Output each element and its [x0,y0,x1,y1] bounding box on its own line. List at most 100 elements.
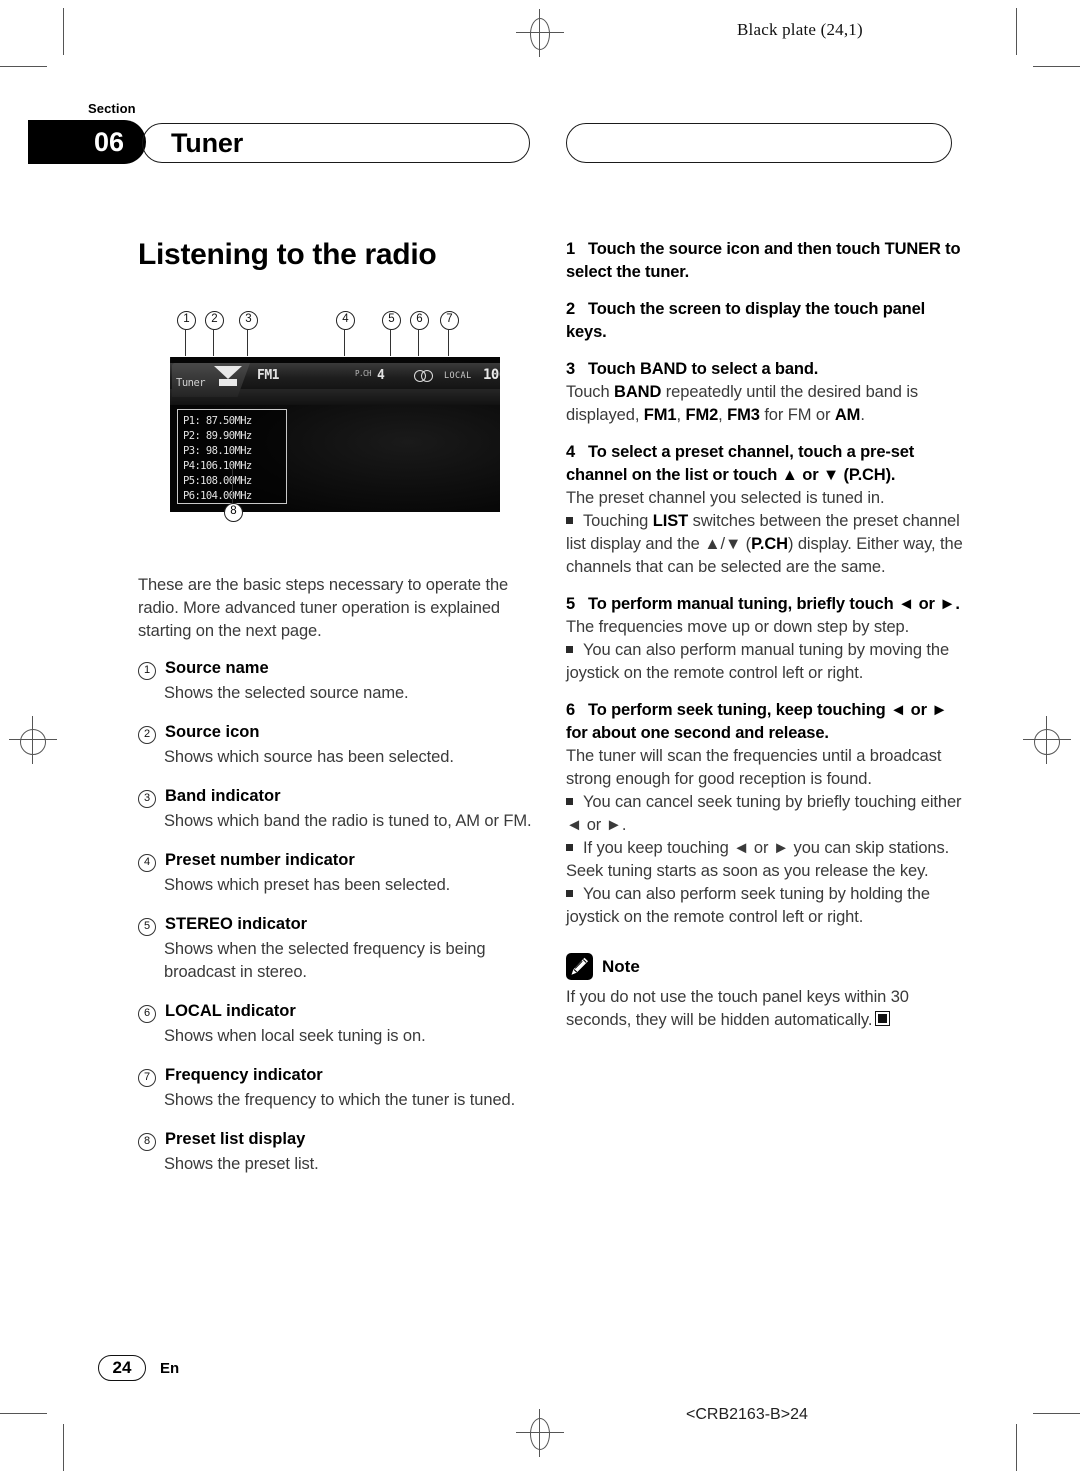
registration-mark-left [9,716,57,764]
list-item: 2 Source icon Shows which source has bee… [138,723,536,769]
figure-callouts: 1 2 3 4 5 6 7 [170,311,500,357]
item-description: Shows which source has been selected. [164,748,454,766]
item-description: Shows when local seek tuning is on. [164,1027,426,1045]
frequency-indicator: 106.10 [483,367,500,383]
registration-mark-top [516,9,564,57]
step-number: 3 [566,360,576,378]
preset-number-indicator: 4 [377,368,385,383]
callout-line-4 [344,330,345,356]
note-header: Note [566,953,964,980]
item-title: Band indicator [165,787,281,805]
item-title: Frequency indicator [165,1066,323,1084]
item-title: Source name [165,659,269,677]
callout-2: 2 [205,311,224,330]
page-title: Listening to the radio [138,238,437,271]
item-description: Shows the selected source name. [164,684,409,702]
step-heading: 2 Touch the screen to display the touch p… [566,298,964,344]
step-body: The tuner will scan the frequencies unti… [566,747,942,788]
step-body: Touch BAND repeatedly until the desired … [566,383,919,424]
step-number: 1 [566,240,576,258]
preset-row: P5:108.00MHz [183,475,252,487]
callout-5: 5 [382,311,401,330]
pencil-note-icon [566,953,593,980]
callout-line-8 [232,466,233,503]
source-name-display: Tuner [176,377,206,389]
list-item: 3 Band indicator Shows which band the ra… [138,787,536,833]
step-4: 4 To select a preset channel, touch a pre… [566,441,964,579]
step-1: 1 Touch the source icon and then touch TU… [566,238,964,284]
bullet-square-icon [566,517,573,524]
item-heading: 5 STEREO indicator [138,915,536,936]
step-3: 3 Touch BAND to select a band. Touch BAND… [566,358,964,427]
callout-line-3 [247,330,248,356]
section-word: Section [88,101,136,116]
step-number: 2 [566,300,576,318]
item-heading: 4 Preset number indicator [138,851,536,872]
note-text-content: If you do not use the touch panel keys w… [566,988,909,1029]
black-plate-label: Black plate (24,1) [737,20,863,39]
crop-mark-top-left [63,8,64,55]
end-of-section-marker [875,1011,891,1026]
step-title: Touch the source icon and then touch TUN… [566,240,961,281]
list-item: 8 Preset list display Shows the preset l… [138,1130,536,1176]
step-bullet: You can also perform seek tuning by hold… [566,883,964,929]
callout-line-1 [185,330,186,356]
callout-line-6 [418,330,419,356]
step-title: To perform seek tuning, keep touching ◄ … [566,701,948,742]
step-number: 6 [566,701,576,719]
step-title: Touch the screen to display the touch pa… [566,300,926,341]
section-number-badge: 06 [28,120,146,164]
item-title: STEREO indicator [165,915,308,933]
page-language: En [160,1360,180,1377]
step-number: 5 [566,595,576,613]
preset-label: P.CH [355,369,372,378]
preset-row: P4:106.10MHz [183,460,252,472]
preset-row: P1: 87.50MHz [183,415,252,427]
bullet-text: You can cancel seek tuning by briefly to… [566,793,962,834]
step-title: Touch BAND to select a band. [588,360,819,378]
item-number: 1 [138,662,156,680]
callout-8: 8 [224,503,243,522]
step-body: The preset channel you selected is tuned… [566,489,885,507]
item-description: Shows the preset list. [164,1155,319,1173]
item-title: Source icon [165,723,260,741]
footer-code: <CRB2163-B>24 [686,1406,808,1423]
step-title: To select a preset channel, touch a pre-… [566,443,915,484]
item-description: Shows which band the radio is tuned to, … [164,812,532,830]
section-title-pill: Tuner [142,123,530,163]
item-number: 4 [138,854,156,872]
item-heading: 3 Band indicator [138,787,536,808]
bullet-text: You can also perform seek tuning by hold… [566,885,930,926]
bullet-square-icon [566,646,573,653]
callout-6: 6 [410,311,429,330]
crop-mark-bottom-right [1016,1424,1017,1471]
bullet-text: If you keep touching ◄ or ► you can skip… [566,839,950,880]
left-column: Listening to the radio 1 2 3 4 5 6 7 Tun… [138,238,536,1194]
item-number: 6 [138,1005,156,1023]
list-item: 5 STEREO indicator Shows when the select… [138,915,536,984]
step-bullet: If you keep touching ◄ or ► you can skip… [566,837,964,883]
eject-arrow-icon [214,366,242,390]
registration-mark-bottom [516,1409,564,1457]
crop-mark-bottom-left [63,1424,64,1471]
callout-7: 7 [440,311,459,330]
list-item: 4 Preset number indicator Shows which pr… [138,851,536,897]
local-indicator: LOCAL [444,371,472,381]
preset-row: P6:104.00MHz [183,490,252,502]
step-6: 6 To perform seek tuning, keep touching ◄… [566,699,964,929]
right-column: 1 Touch the source icon and then touch TU… [566,238,964,1032]
item-title: Preset list display [165,1130,306,1148]
step-5: 5 To perform manual tuning, briefly touch… [566,593,964,685]
callout-1: 1 [177,311,196,330]
step-2: 2 Touch the screen to display the touch p… [566,298,964,344]
item-number: 5 [138,918,156,936]
step-heading: 3 Touch BAND to select a band. [566,358,964,381]
item-description: Shows when the selected frequency is bei… [164,940,486,981]
preset-row: P3: 98.10MHz [183,445,252,457]
item-description: Shows which preset has been selected. [164,876,451,894]
intro-paragraph: These are the basic steps necessary to o… [138,576,509,640]
note-title: Note [602,956,640,976]
callout-4: 4 [336,311,355,330]
crop-mark-left-bottom [0,1413,47,1414]
step-heading: 5 To perform manual tuning, briefly touch… [566,593,964,616]
